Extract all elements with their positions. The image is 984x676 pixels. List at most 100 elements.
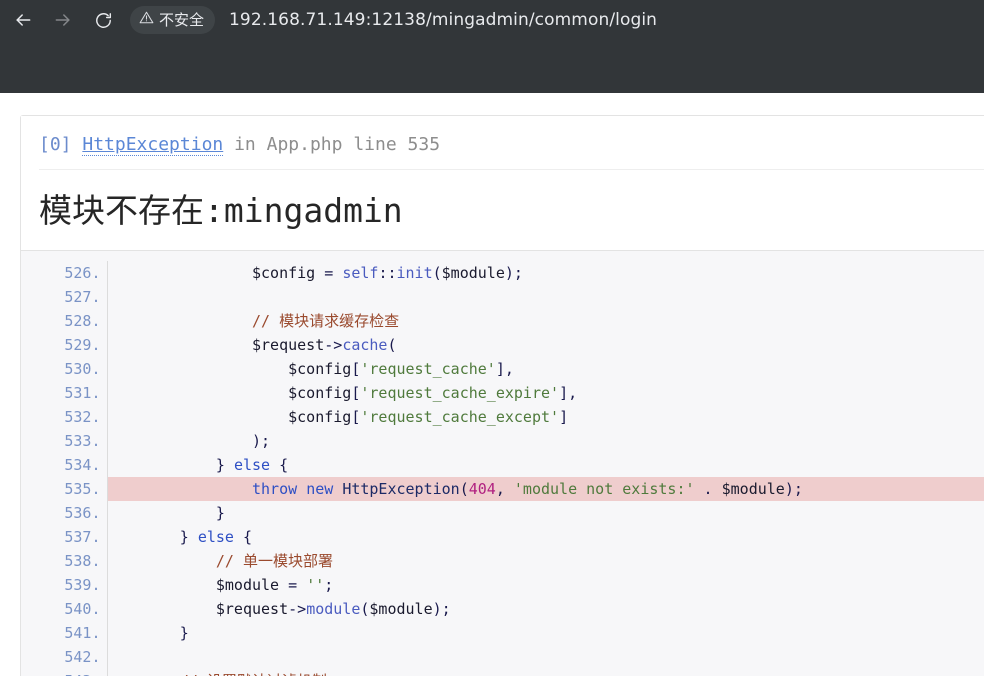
code-token-kw: else bbox=[197, 528, 234, 546]
code-line-row: 536. } bbox=[21, 501, 984, 525]
browser-chrome: 不安全 192.168.71.149:12138/mingadmin/commo… bbox=[0, 0, 984, 93]
code-token-var: $request bbox=[215, 600, 289, 618]
code-line-content: // 模块请求缓存检查 bbox=[107, 309, 984, 333]
code-token-punc: { bbox=[270, 456, 289, 474]
exception-header: [0] HttpException in App.php line 535 模块… bbox=[21, 116, 984, 250]
code-token-var: $module bbox=[369, 600, 433, 618]
code-token-var: $config bbox=[288, 384, 352, 402]
code-token-kw: else bbox=[233, 456, 271, 474]
code-token-var: $config bbox=[288, 408, 352, 426]
code-line-content: } else { bbox=[107, 525, 984, 549]
code-line-content: } bbox=[107, 621, 984, 645]
exception-line-number: 535 bbox=[407, 134, 441, 155]
code-line-number: 530. bbox=[21, 357, 108, 381]
code-line-number: 540. bbox=[21, 597, 108, 621]
code-line-number: 529. bbox=[21, 333, 108, 357]
code-line-content: ); bbox=[107, 429, 984, 453]
exception-title-line: [0] HttpException in App.php line 535 bbox=[39, 134, 984, 170]
code-line-content bbox=[107, 285, 984, 309]
code-line-number: 533. bbox=[21, 429, 108, 453]
code-line-row: 534. } else { bbox=[21, 453, 984, 477]
code-line-number: 535. bbox=[21, 477, 108, 501]
code-line-number: 534. bbox=[21, 453, 108, 477]
code-line-row: 531. $config['request_cache_expire'], bbox=[21, 381, 984, 405]
code-token-str: 'request_cache_expire' bbox=[360, 384, 560, 402]
code-token-cmt: // 模块请求缓存检查 bbox=[252, 312, 400, 330]
code-token-punc: ); bbox=[784, 480, 803, 498]
code-token-num: 404 bbox=[468, 480, 496, 498]
code-line-row: 543. // 设置默认过滤机制 bbox=[21, 669, 984, 676]
forward-button[interactable] bbox=[46, 3, 80, 37]
code-token-punc: ], bbox=[495, 360, 514, 378]
code-line-content bbox=[107, 645, 984, 669]
code-token-punc: } bbox=[215, 504, 225, 522]
browser-toolbar: 不安全 192.168.71.149:12138/mingadmin/commo… bbox=[0, 0, 984, 40]
code-token-fn: module bbox=[306, 600, 361, 618]
address-bar[interactable]: 不安全 192.168.71.149:12138/mingadmin/commo… bbox=[130, 0, 984, 40]
code-line-row: 539. $module = ''; bbox=[21, 573, 984, 597]
code-token-punc: ); bbox=[504, 264, 523, 282]
code-token-fn: init bbox=[396, 264, 433, 282]
code-token-punc: ); bbox=[432, 600, 451, 618]
code-token-kw: throw bbox=[252, 480, 298, 498]
code-token-kw: new bbox=[306, 480, 334, 498]
code-line-row: 533. ); bbox=[21, 429, 984, 453]
exception-type-link[interactable]: HttpException bbox=[82, 134, 224, 156]
code-line-row: 542. bbox=[21, 645, 984, 669]
code-line-content: $config['request_cache_except'] bbox=[107, 405, 984, 429]
code-line-number: 537. bbox=[21, 525, 108, 549]
code-line-number: 539. bbox=[21, 573, 108, 597]
source-code-block: 526. $config = self::init($module); 527. … bbox=[21, 250, 984, 676]
reload-icon bbox=[94, 11, 113, 30]
page-viewport: [0] HttpException in App.php line 535 模块… bbox=[0, 93, 984, 676]
code-line-row: 527. bbox=[21, 285, 984, 309]
code-line-number: 543. bbox=[21, 669, 108, 676]
code-line-row: 530. $config['request_cache'], bbox=[21, 357, 984, 381]
code-token-str: 'module not exists:' bbox=[513, 480, 695, 498]
url-text[interactable]: 192.168.71.149:12138/mingadmin/common/lo… bbox=[229, 10, 657, 30]
code-line-number: 528. bbox=[21, 309, 108, 333]
code-line-content: $config['request_cache'], bbox=[107, 357, 984, 381]
code-token-str: 'request_cache_except' bbox=[360, 408, 560, 426]
code-line-content: $config['request_cache_expire'], bbox=[107, 381, 984, 405]
code-token-punc: } bbox=[215, 456, 234, 474]
reload-button[interactable] bbox=[86, 3, 120, 37]
security-status-chip[interactable]: 不安全 bbox=[130, 6, 216, 34]
code-line-row: 538. // 单一模块部署 bbox=[21, 549, 984, 573]
code-token-str: 'request_cache' bbox=[360, 360, 496, 378]
code-line-row: 532. $config['request_cache_except'] bbox=[21, 405, 984, 429]
code-token-var: $request bbox=[252, 336, 325, 354]
code-token-str: '' bbox=[306, 576, 325, 594]
code-token-cls: HttpException bbox=[342, 480, 460, 498]
source-code-table: 526. $config = self::init($module); 527. … bbox=[21, 261, 984, 676]
code-line-row: 529. $request->cache( bbox=[21, 333, 984, 357]
exception-in-word: in bbox=[234, 134, 256, 155]
back-button[interactable] bbox=[6, 3, 40, 37]
code-line-row: 535. throw new HttpException(404, 'modul… bbox=[21, 477, 984, 501]
code-token-punc: ], bbox=[559, 384, 578, 402]
code-token-op: -> bbox=[288, 600, 307, 618]
code-line-number: 541. bbox=[21, 621, 108, 645]
code-token-fn: self bbox=[342, 264, 379, 282]
code-line-row: 537. } else { bbox=[21, 525, 984, 549]
code-line-number: 532. bbox=[21, 405, 108, 429]
exception-card: [0] HttpException in App.php line 535 模块… bbox=[20, 115, 984, 676]
code-line-content: $module = ''; bbox=[107, 573, 984, 597]
code-line-number: 538. bbox=[21, 549, 108, 573]
code-token-var: $config bbox=[288, 360, 352, 378]
code-line-row: 541. } bbox=[21, 621, 984, 645]
